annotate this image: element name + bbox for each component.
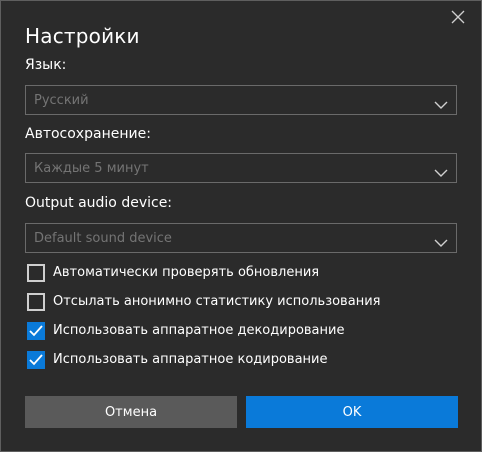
autosave-select-value: Каждые 5 минут (34, 161, 149, 176)
language-select[interactable]: Русский (25, 85, 457, 115)
hw-encoding-checkbox[interactable] (27, 351, 45, 369)
hw-encoding-label: Использовать аппаратное кодирование (53, 352, 328, 367)
language-label: Язык: (25, 57, 67, 73)
checkmark-icon (29, 354, 43, 366)
hw-decoding-checkbox[interactable] (27, 322, 45, 340)
chevron-down-icon (434, 233, 448, 247)
autosave-select[interactable]: Каждые 5 минут (25, 153, 457, 183)
language-select-value: Русский (34, 93, 89, 108)
cancel-button[interactable]: Отмена (25, 396, 237, 428)
chevron-down-icon (434, 163, 448, 177)
ok-button[interactable]: OK (246, 396, 458, 428)
auto-update-checkbox[interactable] (27, 264, 45, 282)
audio-device-select-value: Default sound device (34, 231, 172, 246)
autosave-label: Автосохранение: (25, 126, 151, 142)
auto-update-label: Автоматически проверять обновления (53, 265, 320, 280)
hw-decoding-label: Использовать аппаратное декодирование (53, 323, 345, 338)
chevron-down-icon (434, 95, 448, 109)
audio-device-select[interactable]: Default sound device (25, 223, 457, 253)
send-stats-label: Отсылать анонимно статистику использован… (53, 294, 381, 309)
audio-device-label: Output audio device: (25, 195, 173, 211)
send-stats-checkbox[interactable] (27, 293, 45, 311)
checkmark-icon (29, 325, 43, 337)
settings-dialog: Настройки Язык: Русский Автосохранение: … (0, 0, 482, 452)
dialog-title: Настройки (25, 24, 140, 48)
close-icon[interactable] (449, 8, 467, 26)
